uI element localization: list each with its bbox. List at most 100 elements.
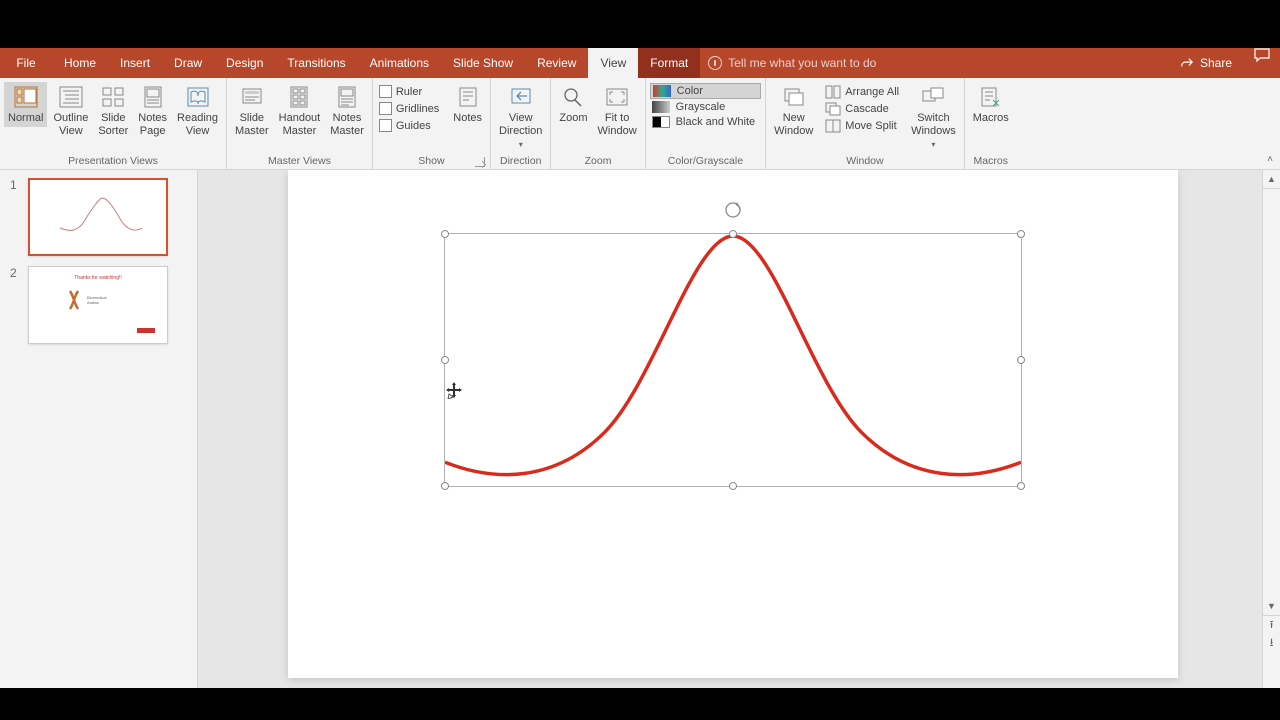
thumb2-badge <box>137 328 155 333</box>
resize-handle-bl[interactable] <box>441 482 449 490</box>
slide-master-button[interactable]: Slide Master <box>231 82 273 140</box>
resize-handle-tm[interactable] <box>729 230 737 238</box>
resize-handle-mr[interactable] <box>1017 356 1025 364</box>
notes-page-icon <box>139 84 167 110</box>
group-label-presentation-views: Presentation Views <box>4 155 222 169</box>
handout-master-label: Handout Master <box>279 112 321 138</box>
group-direction: View Direction ▾ Direction <box>491 78 551 169</box>
dialog-launcher-icon[interactable] <box>475 157 485 167</box>
thumbnail-item[interactable]: 2 Thanks for watching!! Biomedical Arabi… <box>10 266 187 344</box>
normal-view-icon <box>12 84 40 110</box>
thumbnail-slide-2[interactable]: Thanks for watching!! Biomedical Arabia <box>28 266 168 344</box>
new-window-label: New Window <box>774 112 813 138</box>
resize-handle-tr[interactable] <box>1017 230 1025 238</box>
tell-me-search[interactable]: Tell me what you want to do <box>700 48 884 78</box>
handout-master-button[interactable]: Handout Master <box>275 82 325 140</box>
normal-view-button[interactable]: Normal <box>4 82 47 127</box>
thumb2-sub: Biomedical Arabia <box>87 295 107 305</box>
ruler-checkbox[interactable]: Ruler <box>377 84 441 99</box>
scroll-up-button[interactable]: ▲ <box>1263 170 1280 188</box>
resize-handle-ml[interactable] <box>441 356 449 364</box>
fit-to-window-button[interactable]: Fit to Window <box>594 82 641 140</box>
tab-draw[interactable]: Draw <box>162 48 214 78</box>
tab-home[interactable]: Home <box>52 48 108 78</box>
slide-thumbnails-panel[interactable]: 1 2 Thanks for watching!! Biomedical Ara… <box>0 170 198 688</box>
workspace: 1 2 Thanks for watching!! Biomedical Ara… <box>0 170 1280 688</box>
tab-review[interactable]: Review <box>525 48 588 78</box>
outline-view-button[interactable]: Outline View <box>49 82 92 140</box>
new-window-icon <box>780 84 808 110</box>
switch-windows-button[interactable]: Switch Windows ▾ <box>907 82 960 153</box>
scroll-down-button[interactable]: ▼ <box>1263 597 1280 615</box>
notes-page-button[interactable]: Notes Page <box>134 82 171 140</box>
thumb2-logo-icon <box>64 289 84 311</box>
macros-button[interactable]: Macros <box>969 82 1013 127</box>
bw-mode-label: Black and White <box>676 116 755 128</box>
guides-checkbox[interactable]: Guides <box>377 118 441 133</box>
grayscale-mode-button[interactable]: Grayscale <box>650 100 761 114</box>
cascade-icon <box>825 102 841 116</box>
tab-file[interactable]: File <box>0 48 52 78</box>
tab-animations[interactable]: Animations <box>358 48 441 78</box>
vertical-scrollbar[interactable]: ▲ ▼ ⭱ ⭳ <box>1262 170 1280 688</box>
next-slide-button[interactable]: ⭳ <box>1263 634 1280 652</box>
slide-sorter-label: Slide Sorter <box>98 112 128 138</box>
comments-icon[interactable] <box>1254 48 1270 62</box>
prev-slide-button[interactable]: ⭱ <box>1263 616 1280 634</box>
tab-format[interactable]: Format <box>638 48 700 78</box>
outline-view-label: Outline View <box>53 112 88 138</box>
rotate-handle[interactable] <box>723 200 743 220</box>
collapse-ribbon-button[interactable]: ˄ <box>1260 78 1280 169</box>
cascade-button[interactable]: Cascade <box>823 101 901 117</box>
color-mode-button[interactable]: Color <box>650 83 761 99</box>
move-split-icon <box>825 119 841 133</box>
thumbnail-number: 1 <box>10 178 20 256</box>
tab-slideshow[interactable]: Slide Show <box>441 48 525 78</box>
powerpoint-window: File Home Insert Draw Design Transitions… <box>0 48 1280 688</box>
switch-windows-icon <box>919 84 947 110</box>
group-label-zoom: Zoom <box>555 155 640 169</box>
tab-design[interactable]: Design <box>214 48 275 78</box>
move-split-button[interactable]: Move Split <box>823 118 901 134</box>
notes-button[interactable]: Notes <box>449 82 486 127</box>
checkbox-icon <box>379 85 392 98</box>
bw-swatch-icon <box>652 116 670 128</box>
thumbnail-slide-1[interactable] <box>28 178 168 256</box>
notes-page-label: Notes Page <box>138 112 167 138</box>
notes-master-icon <box>333 84 361 110</box>
notes-icon <box>454 84 482 110</box>
share-button[interactable]: Share <box>1168 48 1244 78</box>
group-label-window: Window <box>770 155 960 169</box>
resize-handle-bm[interactable] <box>729 482 737 490</box>
ribbon-view: Normal Outline View Slide Sorter Notes P… <box>0 78 1280 170</box>
tab-transitions[interactable]: Transitions <box>275 48 357 78</box>
move-cursor-icon <box>445 381 463 404</box>
zoom-button[interactable]: Zoom <box>555 82 591 127</box>
bw-mode-button[interactable]: Black and White <box>650 115 761 129</box>
new-window-button[interactable]: New Window <box>770 82 817 140</box>
grayscale-swatch-icon <box>652 101 670 113</box>
thumbnail-item[interactable]: 1 <box>10 178 187 256</box>
tab-view[interactable]: View <box>588 48 638 78</box>
group-macros: Macros Macros <box>965 78 1017 169</box>
slide-editor[interactable] <box>288 170 1178 678</box>
slide-master-label: Slide Master <box>235 112 269 138</box>
arrange-all-icon <box>825 85 841 99</box>
gridlines-checkbox[interactable]: Gridlines <box>377 101 441 116</box>
ruler-label: Ruler <box>396 86 422 98</box>
slide-sorter-button[interactable]: Slide Sorter <box>94 82 132 140</box>
tab-insert[interactable]: Insert <box>108 48 162 78</box>
arrange-all-button[interactable]: Arrange All <box>823 84 901 100</box>
arrange-all-label: Arrange All <box>845 86 899 98</box>
resize-handle-tl[interactable] <box>441 230 449 238</box>
notes-master-button[interactable]: Notes Master <box>326 82 368 140</box>
resize-handle-br[interactable] <box>1017 482 1025 490</box>
view-direction-button[interactable]: View Direction ▾ <box>495 82 546 153</box>
normal-view-label: Normal <box>8 112 43 125</box>
letterbox-bottom <box>0 695 1280 705</box>
group-presentation-views: Normal Outline View Slide Sorter Notes P… <box>0 78 227 169</box>
curve-shape[interactable] <box>445 234 1021 486</box>
shape-selection-box[interactable] <box>444 233 1022 487</box>
slide-canvas-area[interactable] <box>198 170 1280 688</box>
reading-view-button[interactable]: Reading View <box>173 82 222 140</box>
